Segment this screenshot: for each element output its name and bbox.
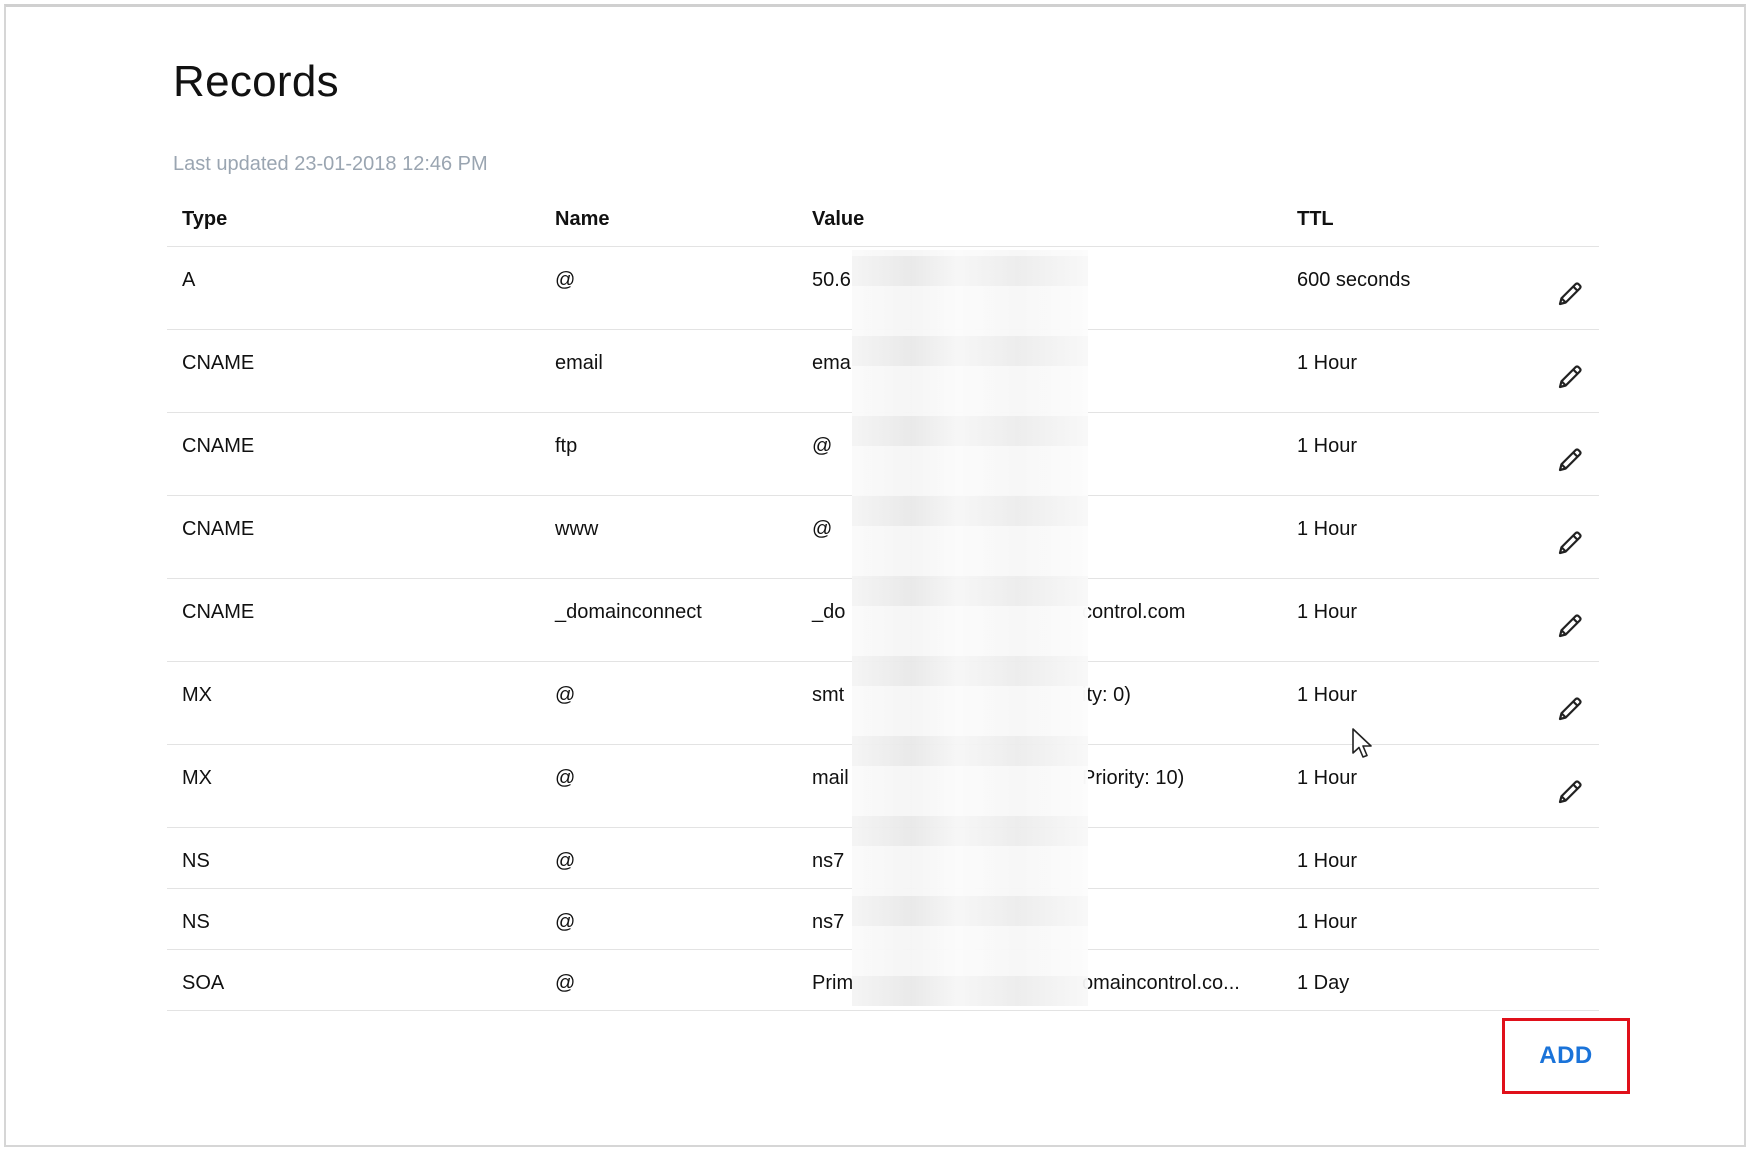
record-value: ns7 [812, 850, 845, 872]
edit-record-button[interactable] [1553, 692, 1587, 726]
record-type: MX [182, 684, 212, 706]
edit-record-button[interactable] [1553, 443, 1587, 477]
add-button-highlight: ADD [1502, 1018, 1630, 1094]
record-name: _domainconnect [555, 601, 702, 623]
record-name: @ [555, 972, 576, 994]
pencil-icon [1558, 780, 1582, 804]
record-ttl: 1 Hour [1297, 601, 1358, 623]
record-value: _do [812, 601, 846, 623]
record-value: ema [812, 352, 851, 374]
record-type: CNAME [182, 518, 255, 540]
record-value-tail: omaincontrol.co... [1082, 972, 1240, 994]
pencil-icon [1558, 531, 1582, 555]
redaction-blur [852, 250, 1088, 1006]
edit-record-button[interactable] [1553, 609, 1587, 643]
add-record-button[interactable]: ADD [1539, 1042, 1593, 1070]
record-value: 50.6 [812, 269, 851, 291]
header-type: Type [182, 208, 228, 230]
record-ttl: 1 Hour [1297, 767, 1358, 789]
record-type: CNAME [182, 352, 255, 374]
edit-record-button[interactable] [1553, 775, 1587, 809]
mouse-pointer-icon [1352, 728, 1374, 765]
record-name: www [555, 518, 599, 540]
record-ttl: 1 Hour [1297, 684, 1358, 706]
header-name: Name [555, 208, 610, 230]
record-type: CNAME [182, 601, 255, 623]
record-name: @ [555, 269, 576, 291]
record-value-tail: control.com [1082, 601, 1186, 623]
record-type: A [182, 269, 196, 291]
record-value-tail: Priority: 10) [1082, 767, 1185, 789]
record-name: @ [555, 684, 576, 706]
record-name: email [555, 352, 603, 374]
record-name: @ [555, 850, 576, 872]
record-value: @ [812, 435, 833, 457]
record-value: @ [812, 518, 833, 540]
header-ttl: TTL [1297, 208, 1334, 230]
record-type: NS [182, 911, 210, 933]
pencil-icon [1558, 614, 1582, 638]
record-type: NS [182, 850, 210, 872]
edit-record-button[interactable] [1553, 277, 1587, 311]
pencil-icon [1558, 697, 1582, 721]
pencil-icon [1558, 365, 1582, 389]
table-header: Type Name Value TTL [167, 196, 1599, 247]
record-value-tail: ity: 0) [1082, 684, 1131, 706]
record-ttl: 1 Hour [1297, 850, 1358, 872]
last-updated-text: Last updated 23-01-2018 12:46 PM [173, 153, 488, 175]
record-name: ftp [555, 435, 578, 457]
record-type: CNAME [182, 435, 255, 457]
record-ttl: 1 Day [1297, 972, 1350, 994]
record-name: @ [555, 767, 576, 789]
header-value: Value [812, 208, 865, 230]
pencil-icon [1558, 282, 1582, 306]
record-ttl: 1 Hour [1297, 911, 1358, 933]
record-ttl: 1 Hour [1297, 518, 1358, 540]
record-ttl: 1 Hour [1297, 352, 1358, 374]
edit-record-button[interactable] [1553, 360, 1587, 394]
record-value: ns7 [812, 911, 845, 933]
record-name: @ [555, 911, 576, 933]
record-value: Prim [812, 972, 854, 994]
record-ttl: 1 Hour [1297, 435, 1358, 457]
pencil-icon [1558, 448, 1582, 472]
record-value: smt [812, 684, 845, 706]
record-type: SOA [182, 972, 225, 994]
record-ttl: 600 seconds [1297, 269, 1411, 291]
record-type: MX [182, 767, 212, 789]
page-title: Records [173, 57, 339, 106]
edit-record-button[interactable] [1553, 526, 1587, 560]
record-value: mail [812, 767, 849, 789]
